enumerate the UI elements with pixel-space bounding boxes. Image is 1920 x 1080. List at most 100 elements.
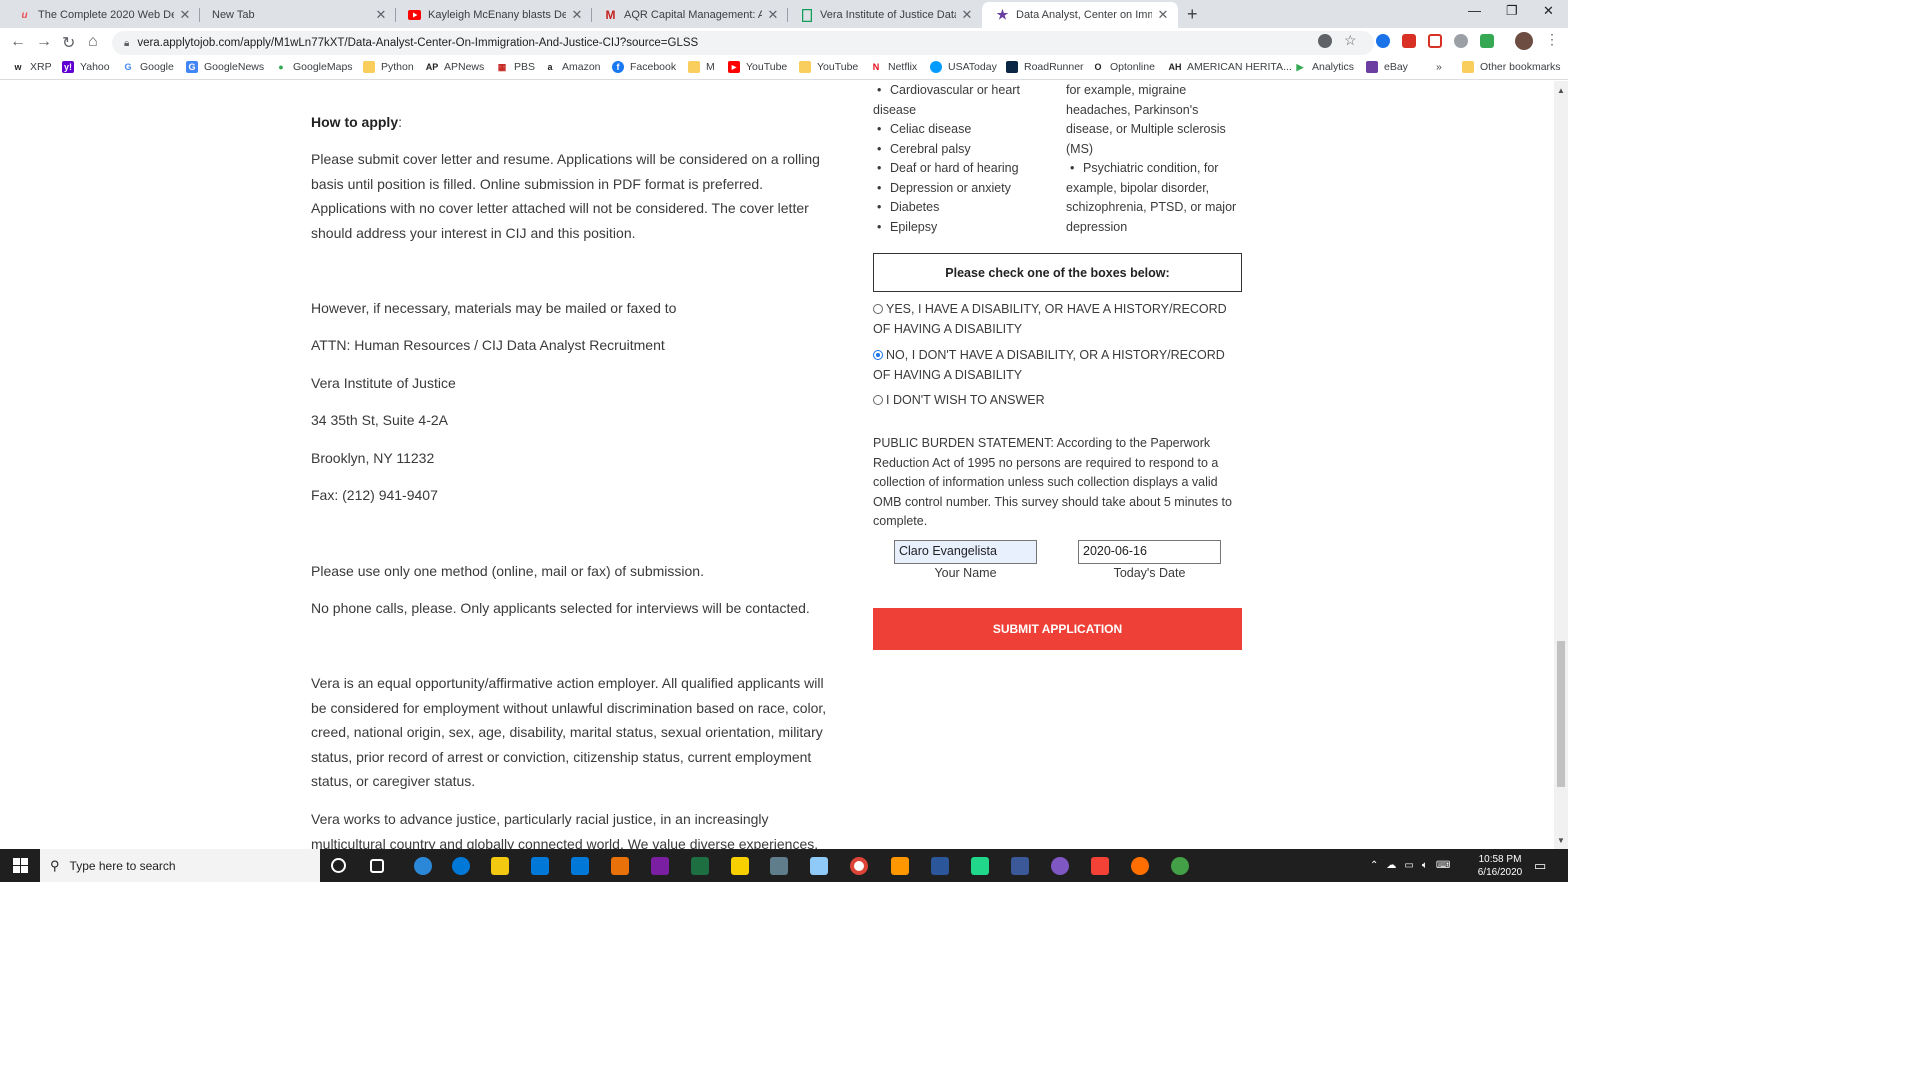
extension-shield-icon[interactable]: [1402, 34, 1416, 48]
notifications-icon[interactable]: ▭: [1534, 849, 1546, 882]
menu-dots-icon[interactable]: ⋮: [1545, 31, 1559, 47]
bookmark-pbs[interactable]: ▦ PBS: [496, 61, 535, 73]
bookmark-youtube-folder[interactable]: YouTube: [799, 61, 858, 73]
tab-gmail[interactable]: M AQR Capital Management: Apply ✕: [590, 2, 788, 28]
back-icon[interactable]: ←: [10, 33, 26, 51]
bookmark-ebay[interactable]: eBay: [1366, 61, 1408, 73]
word-icon[interactable]: [931, 857, 949, 875]
close-icon[interactable]: ✕: [374, 7, 388, 23]
tab-new-tab[interactable]: New Tab ✕: [198, 2, 396, 28]
scroll-down-icon[interactable]: ▼: [1557, 836, 1565, 845]
file-explorer-icon[interactable]: [491, 857, 509, 875]
bookmark-googlenews[interactable]: G GoogleNews: [186, 61, 264, 73]
pycharm-icon[interactable]: [971, 857, 989, 875]
facebook-icon: f: [612, 61, 624, 73]
scroll-up-icon[interactable]: ▲: [1557, 86, 1565, 95]
edge-icon[interactable]: [452, 857, 470, 875]
store-icon[interactable]: [531, 857, 549, 875]
app-icon[interactable]: [1011, 857, 1029, 875]
scrollbar-thumb[interactable]: [1557, 641, 1565, 787]
sticky-notes-icon[interactable]: [731, 857, 749, 875]
close-window-icon[interactable]: ✕: [1543, 3, 1554, 19]
radio-option-no[interactable]: NO, I DON'T HAVE A DISABILITY, OR A HIST…: [873, 346, 1233, 385]
address-bar[interactable]: 🔒︎ vera.applytojob.com/apply/M1wLn77kXT/…: [112, 31, 1374, 55]
extension-pocket-icon[interactable]: [1428, 34, 1442, 48]
task-view-icon[interactable]: [370, 859, 384, 873]
app-icon[interactable]: [1051, 857, 1069, 875]
other-bookmarks[interactable]: Other bookmarks: [1462, 61, 1561, 73]
tab-vera-sheet[interactable]: Vera Institute of Justice Data Ana ✕: [786, 2, 982, 28]
bookmark-star-icon[interactable]: ☆: [1344, 32, 1358, 48]
chrome-icon[interactable]: [850, 857, 868, 875]
excel-icon[interactable]: [691, 857, 709, 875]
bookmark-analytics[interactable]: ▶ Analytics: [1294, 61, 1354, 73]
yahoo-icon: y!: [62, 61, 74, 73]
app-icon[interactable]: [414, 857, 432, 875]
radio-button-selected[interactable]: [873, 350, 883, 360]
date-field[interactable]: 2020-06-16: [1078, 540, 1221, 564]
media-player-icon[interactable]: [611, 857, 629, 875]
bookmark-roadrunner[interactable]: RoadRunner: [1006, 61, 1084, 73]
cloud-icon[interactable]: ☁: [1386, 860, 1396, 871]
bookmark-youtube[interactable]: ▶ YouTube: [728, 61, 787, 73]
close-icon[interactable]: ✕: [766, 7, 780, 23]
submit-application-button[interactable]: SUBMIT APPLICATION: [873, 608, 1242, 650]
new-tab-button[interactable]: +: [1187, 4, 1198, 25]
close-icon[interactable]: ✕: [960, 7, 974, 23]
extension-green-icon[interactable]: [1480, 34, 1494, 48]
close-icon[interactable]: ✕: [570, 7, 584, 23]
clock[interactable]: 10:58 PM 6/16/2020: [1474, 849, 1526, 882]
chevron-up-icon[interactable]: ⌃: [1370, 860, 1378, 871]
bookmark-american-heritage[interactable]: AH AMERICAN HERITA...: [1169, 61, 1292, 73]
volume-icon[interactable]: 🔈︎: [1422, 860, 1428, 871]
radio-option-decline[interactable]: I DON'T WISH TO ANSWER: [873, 391, 1233, 411]
bookmark-xrp[interactable]: w XRP: [12, 61, 51, 73]
keyboard-icon[interactable]: ⌨: [1436, 860, 1450, 871]
bookmark-netflix[interactable]: N Netflix: [870, 61, 917, 73]
radio-button[interactable]: [873, 304, 883, 314]
bookmark-apnews[interactable]: AP APNews: [426, 61, 485, 73]
tab-active-data-analyst[interactable]: ★ Data Analyst, Center on Immigra ✕: [982, 2, 1178, 28]
bookmark-facebook[interactable]: f Facebook: [612, 61, 676, 73]
forward-icon[interactable]: →: [36, 33, 52, 51]
app-icon[interactable]: [770, 857, 788, 875]
app-icon[interactable]: [1171, 857, 1189, 875]
google-news-icon: G: [186, 61, 198, 73]
app-icon[interactable]: [1091, 857, 1109, 875]
bookmark-amazon[interactable]: a Amazon: [544, 61, 600, 73]
reload-icon[interactable]: ↻: [62, 33, 75, 53]
bookmark-python[interactable]: Python: [363, 61, 414, 73]
close-icon[interactable]: ✕: [1156, 7, 1170, 23]
bookmark-googlemaps[interactable]: ● GoogleMaps: [275, 61, 352, 73]
bookmark-usatoday[interactable]: USAToday: [930, 61, 997, 73]
bookmark-m[interactable]: M: [688, 61, 715, 73]
translate-icon[interactable]: [1318, 34, 1332, 48]
tab-youtube[interactable]: Kayleigh McEnany blasts Dem cr ✕: [394, 2, 592, 28]
taskbar-search-input[interactable]: ⚲ Type here to search: [40, 849, 320, 882]
extension-bug-icon[interactable]: [1454, 34, 1468, 48]
fax-number: Fax: (212) 941-9407: [311, 487, 438, 503]
radio-button[interactable]: [873, 395, 883, 405]
name-field[interactable]: Claro Evangelista: [894, 540, 1037, 564]
avatar[interactable]: [1515, 32, 1533, 50]
bookmark-google[interactable]: G Google: [122, 61, 173, 73]
jupyter-icon[interactable]: [1131, 857, 1149, 875]
minimize-icon[interactable]: —: [1468, 3, 1481, 18]
page-scrollbar[interactable]: ▲ ▼: [1554, 81, 1568, 849]
bookmark-optonline[interactable]: O Optonline: [1092, 61, 1154, 73]
cortana-icon[interactable]: [331, 858, 346, 873]
windows-start-button[interactable]: [0, 849, 40, 882]
restore-icon[interactable]: ❐: [1506, 3, 1518, 19]
close-icon[interactable]: ✕: [178, 7, 192, 23]
sublime-icon[interactable]: [891, 857, 909, 875]
mail-icon[interactable]: [571, 857, 589, 875]
home-icon[interactable]: ⌂: [88, 33, 98, 51]
bookmark-yahoo[interactable]: y! Yahoo: [62, 61, 110, 73]
app-icon[interactable]: [810, 857, 828, 875]
bookmarks-overflow-button[interactable]: »: [1436, 61, 1442, 73]
network-icon[interactable]: ▭: [1404, 860, 1413, 871]
tab-udemy[interactable]: u The Complete 2020 Web Develop ✕: [4, 2, 200, 28]
app-icon[interactable]: [651, 857, 669, 875]
radio-option-yes[interactable]: YES, I HAVE A DISABILITY, OR HAVE A HIST…: [873, 300, 1233, 339]
extension-blue-icon[interactable]: [1376, 34, 1390, 48]
